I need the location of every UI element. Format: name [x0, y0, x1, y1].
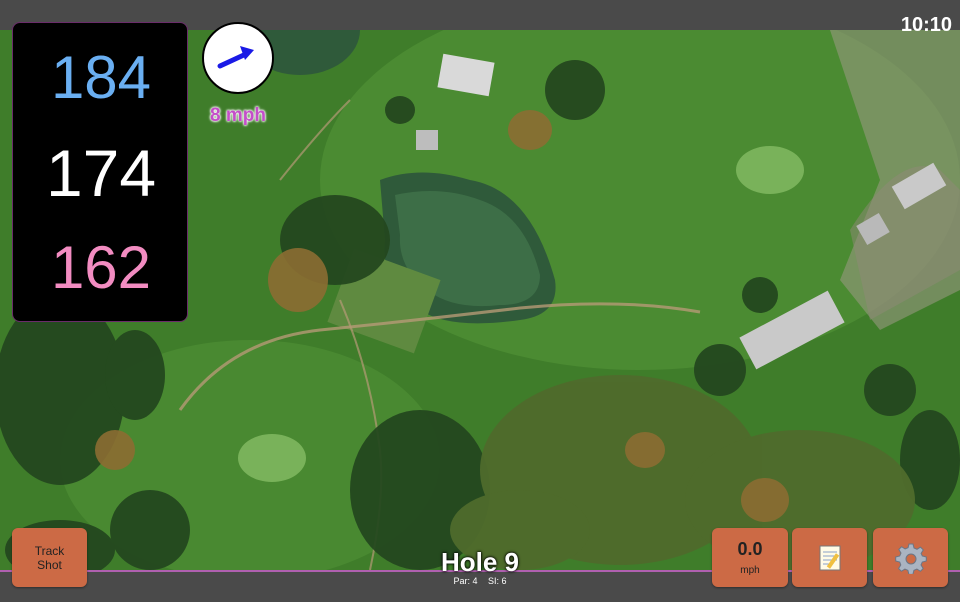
- hole-info: Par: 4 SI: 6: [380, 576, 580, 586]
- track-shot-label: Track Shot: [34, 543, 65, 572]
- middle-distance: 174: [45, 136, 157, 210]
- settings-button[interactable]: [873, 528, 948, 587]
- wind-arrow-icon: [217, 46, 254, 69]
- front-distance: 162: [50, 234, 152, 301]
- clock: 10:10: [900, 14, 952, 36]
- notepad-icon: [819, 545, 840, 570]
- back-distance: 184: [50, 44, 152, 111]
- speed-value: 0.0: [737, 539, 763, 559]
- hole-si: SI: 6: [488, 576, 507, 586]
- speed-unit: mph: [740, 565, 760, 576]
- notes-button[interactable]: [792, 528, 867, 587]
- track-shot-button[interactable]: Track Shot: [12, 528, 87, 587]
- wind-speed: 8 mph: [210, 105, 266, 126]
- gear-icon: [894, 543, 927, 574]
- hole-title: Hole 9: [440, 547, 520, 577]
- hole-par: Par: 4: [453, 576, 478, 586]
- speed-button[interactable]: 0.0 mph: [712, 528, 788, 587]
- distance-panel: 184 174 162: [12, 22, 188, 322]
- wind-indicator: [202, 22, 274, 94]
